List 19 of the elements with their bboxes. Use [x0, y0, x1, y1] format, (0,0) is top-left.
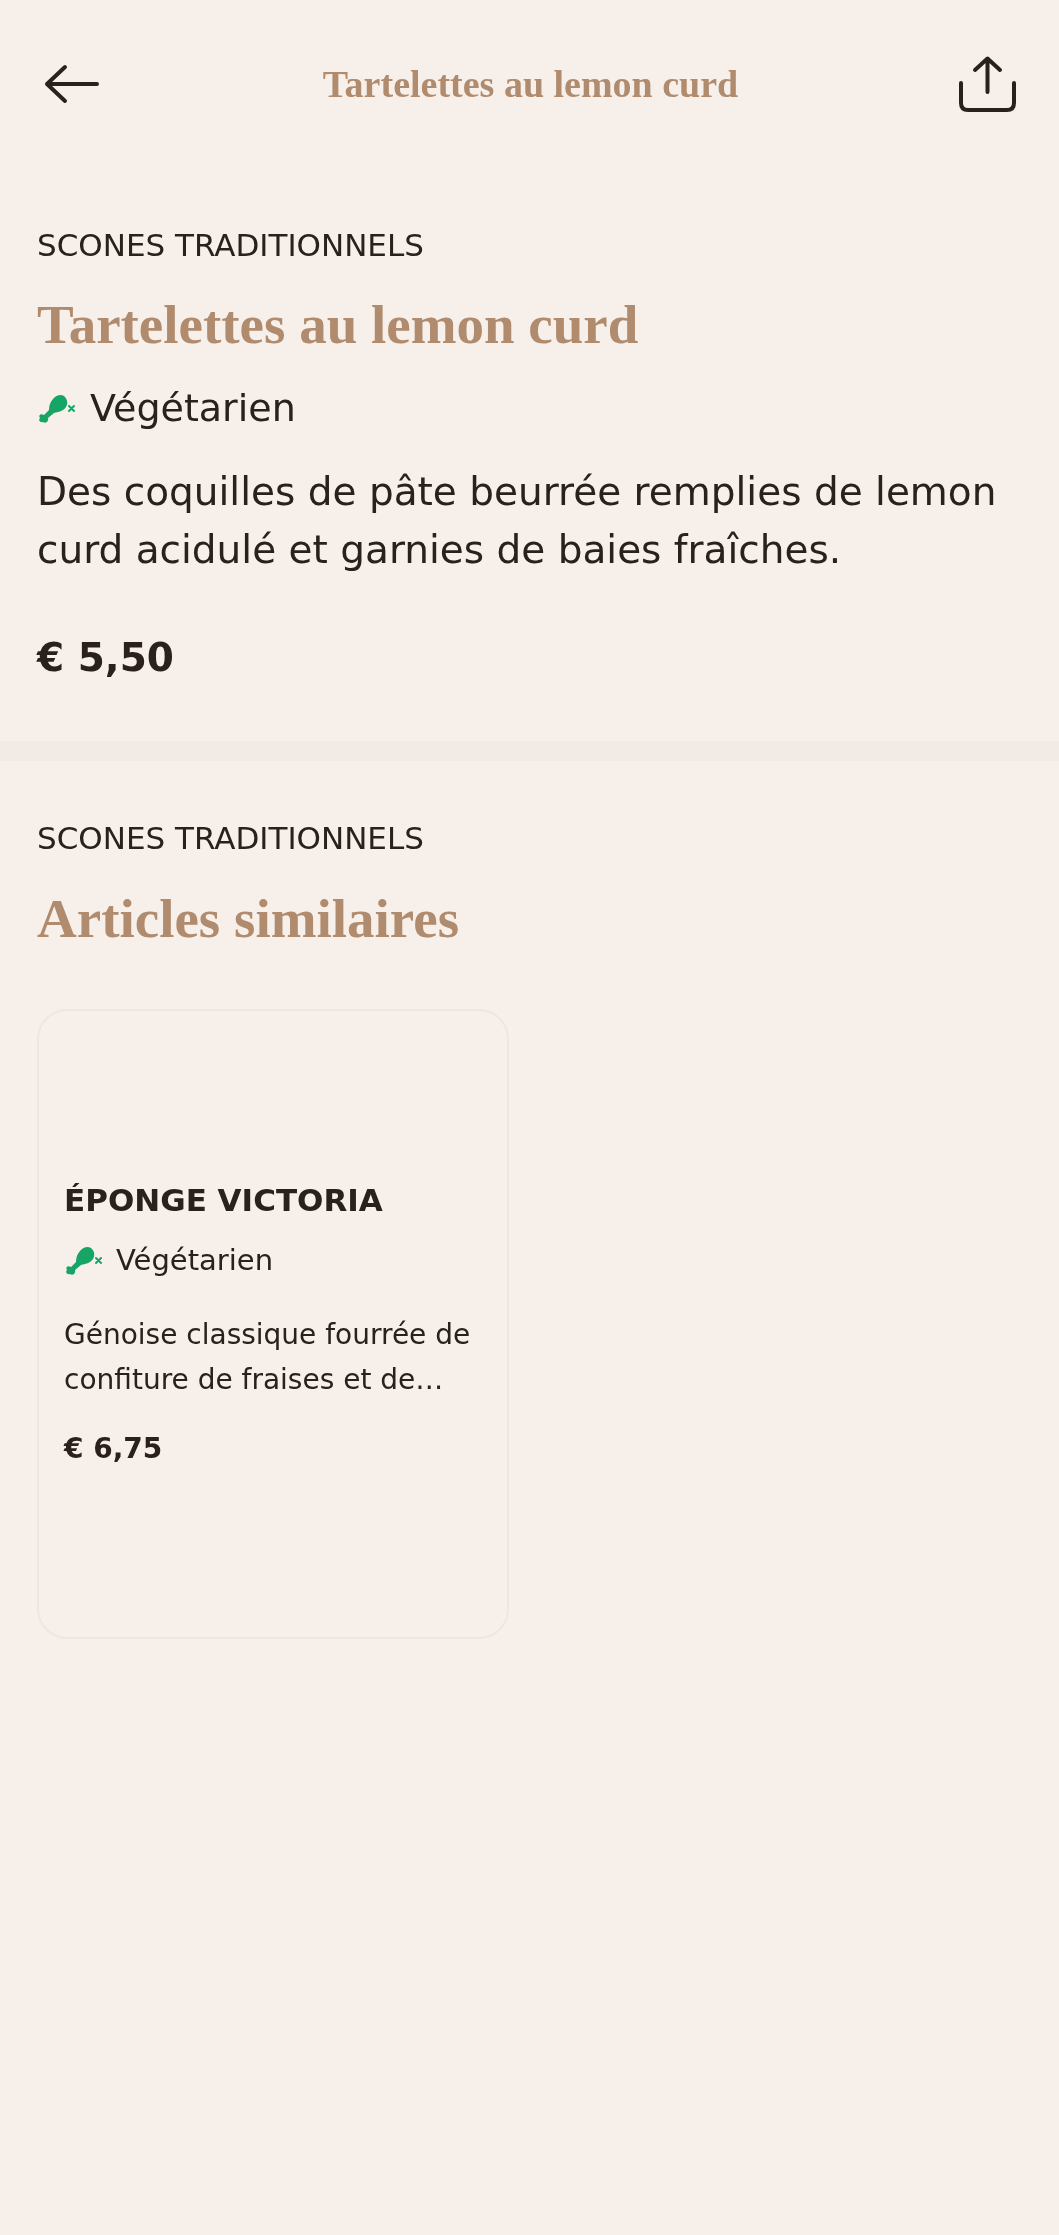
- share-button[interactable]: [957, 55, 1018, 113]
- back-button[interactable]: [43, 64, 101, 104]
- arrow-left-icon: [43, 64, 101, 104]
- diet-label: Végétarien: [90, 386, 296, 430]
- diet-label: Végétarien: [116, 1242, 274, 1278]
- product-description: Des coquilles de pâte beurrée remplies de lemon curd acidulé et garnies de baies fraîches.: [37, 468, 998, 574]
- product-price: € 5,50: [37, 634, 174, 682]
- card-price: € 6,75: [64, 1431, 163, 1467]
- drumstick-crossed-icon: [64, 1244, 103, 1276]
- card-title: ÉPONGE VICTORIA: [64, 1181, 383, 1220]
- product-title: Tartelettes au lemon curd: [37, 295, 639, 355]
- card-description: Génoise classique fourrée de confiture de fraises et de…: [64, 1317, 472, 1398]
- page-title: Tartelettes au lemon curd: [322, 62, 739, 106]
- product-card[interactable]: ÉPONGE VICTORIA Végétarien Génoise classique fourrée de confiture de fraises et de… € 6,75: [37, 1009, 509, 1639]
- share-icon: [957, 55, 1018, 113]
- category-label: SCONES TRADITIONNELS: [37, 226, 424, 265]
- category-label: SCONES TRADITIONNELS: [37, 819, 424, 858]
- section-title: Articles similaires: [37, 889, 460, 949]
- drumstick-crossed-icon: [37, 392, 76, 424]
